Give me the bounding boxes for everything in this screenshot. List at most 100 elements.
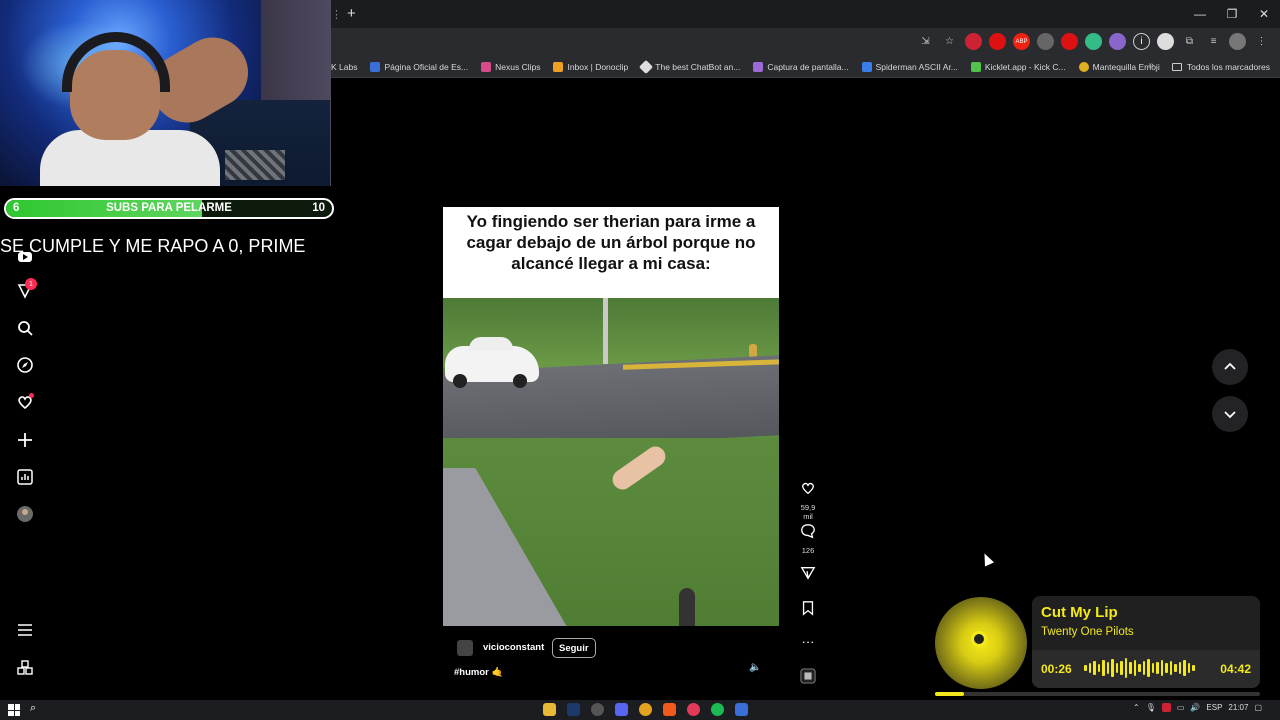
extension-icon-6[interactable] [1109, 33, 1126, 50]
profile-avatar[interactable] [1229, 33, 1246, 50]
taskbar-search-icon[interactable]: ⌕ [30, 702, 36, 715]
live-icon[interactable] [16, 248, 34, 266]
restore-button[interactable]: ❐ [1216, 0, 1248, 28]
extension-icon-1[interactable] [965, 33, 982, 50]
upload-icon[interactable] [16, 431, 34, 449]
waveform-bar [1165, 663, 1168, 673]
profile-avatar-icon[interactable] [16, 505, 34, 523]
file-explorer-icon[interactable] [543, 703, 556, 716]
volume-tray-icon[interactable]: 🔊 [1190, 703, 1200, 712]
bookmarks-bar: K Labs Página Oficial de Es... Nexus Cli… [331, 56, 1280, 78]
brave-icon[interactable] [663, 703, 676, 716]
bookmark-item[interactable]: Spiderman ASCII Ar... [861, 61, 958, 72]
extension-icon-3[interactable] [1037, 33, 1054, 50]
app-icon-9[interactable] [735, 703, 748, 716]
video-frame [443, 298, 779, 626]
address-bar: ⇲ ☆ ABP i ⧉ ≡ ⋮ [331, 28, 1280, 56]
follow-button[interactable]: Seguir [552, 638, 596, 658]
waveform-bar [1151, 663, 1154, 673]
install-app-icon[interactable]: ⇲ [917, 33, 934, 50]
waveform-bar [1183, 660, 1186, 676]
elapsed-time: 00:26 [1041, 662, 1072, 676]
scene-bollard [679, 588, 695, 626]
bookmark-item[interactable]: Inbox | Donoclip [553, 61, 628, 72]
creator-avatar[interactable] [457, 640, 473, 656]
video-player[interactable]: Yo fingiendo ser therian para irme a cag… [443, 92, 779, 688]
browser-tab-bar: ⋮ + — ❐ ✕ [331, 0, 1280, 28]
bookmark-item[interactable]: K Labs [331, 62, 357, 72]
puzzle-icon[interactable]: ⧉ [1181, 33, 1198, 50]
taskbar-apps [543, 703, 748, 716]
tray-chevron-icon[interactable]: ⌃ [1133, 703, 1140, 712]
album-art-center [971, 631, 987, 647]
more-options-button[interactable]: ··· [795, 634, 821, 649]
tab-edge-icon[interactable]: ⋮ [331, 8, 342, 21]
network-icon[interactable]: ▭ [1177, 703, 1185, 712]
volume-icon[interactable]: 🔈 [749, 662, 761, 673]
heart-icon[interactable] [16, 393, 34, 411]
waveform-bar [1093, 661, 1096, 675]
inbox-icon[interactable]: 1 [16, 278, 37, 300]
menu-icon[interactable] [16, 621, 34, 639]
waveform-bar [1133, 660, 1136, 676]
bookmarks-overflow-button[interactable]: » [1148, 60, 1154, 71]
video-hashtag[interactable]: #humor 🤙 [454, 667, 503, 678]
bookmark-item[interactable]: Página Oficial de Es... [370, 61, 468, 72]
close-window-button[interactable]: ✕ [1248, 0, 1280, 28]
minimize-button[interactable]: — [1184, 0, 1216, 28]
previous-video-button[interactable] [1212, 349, 1248, 385]
extension-icon-7[interactable] [1157, 33, 1174, 50]
windows-start-icon[interactable] [8, 704, 20, 716]
chrome-icon[interactable] [639, 703, 652, 716]
steam-icon[interactable] [567, 703, 580, 716]
browser-menu-icon[interactable]: ⋮ [1253, 33, 1270, 50]
discord-icon[interactable] [615, 703, 628, 716]
bookmark-item[interactable]: Nexus Clips [481, 61, 540, 72]
spotify-icon[interactable] [711, 703, 724, 716]
waveform-bar [1156, 662, 1159, 674]
app-icon-7[interactable] [687, 703, 700, 716]
extension-icon-2[interactable] [989, 33, 1006, 50]
comment-button[interactable]: 126 [795, 523, 821, 555]
music-progress-bar[interactable] [935, 692, 1260, 696]
album-art [935, 597, 1027, 689]
extension-icon-4[interactable] [1061, 33, 1078, 50]
like-button[interactable]: 59,9 mil [795, 480, 821, 521]
notification-center-icon[interactable]: ▢ [1254, 703, 1262, 712]
apps-icon[interactable] [16, 659, 34, 677]
save-button[interactable] [795, 600, 821, 621]
app-icon-3[interactable] [591, 703, 604, 716]
share-icon [800, 567, 816, 580]
analytics-icon[interactable] [16, 468, 34, 486]
info-icon[interactable]: i [1133, 33, 1150, 50]
adblock-icon[interactable]: ABP [1013, 33, 1030, 50]
creator-username[interactable]: vicioconstant [483, 642, 544, 653]
clock[interactable]: 21:07 [1228, 703, 1248, 712]
new-tab-button[interactable]: + [347, 5, 356, 22]
explore-icon[interactable] [16, 356, 34, 374]
waveform-bar [1174, 664, 1177, 672]
song-artist: Twenty One Pilots [1041, 626, 1134, 638]
bookmark-item[interactable]: Kicklet.app - Kick C... [970, 61, 1066, 72]
music-avatar[interactable] [795, 668, 821, 689]
chevron-up-icon [1224, 362, 1236, 370]
playlist-icon[interactable]: ≡ [1205, 33, 1222, 50]
all-bookmarks-button[interactable]: Todos los marcadores [1171, 62, 1270, 72]
waveform-bar [1088, 663, 1091, 673]
waveform-bar [1102, 660, 1105, 676]
waveform-bar [1147, 659, 1150, 677]
bookmark-favicon [753, 61, 764, 72]
waveform-bar [1169, 661, 1172, 675]
search-icon[interactable] [16, 319, 34, 337]
share-button[interactable] [795, 565, 821, 586]
language-indicator[interactable]: ESP [1206, 703, 1222, 712]
bookmark-star-icon[interactable]: ☆ [941, 33, 958, 50]
bookmark-favicon [639, 59, 654, 74]
bookmark-item[interactable]: Captura de pantalla... [753, 61, 849, 72]
music-progress-fill [935, 692, 965, 696]
next-video-button[interactable] [1212, 396, 1248, 432]
bookmark-item[interactable]: The best ChatBot an... [639, 59, 740, 74]
tray-app-icon[interactable] [1161, 703, 1171, 712]
extension-icon-5[interactable] [1085, 33, 1102, 50]
microphone-icon[interactable]: 🎙 [1146, 703, 1156, 712]
